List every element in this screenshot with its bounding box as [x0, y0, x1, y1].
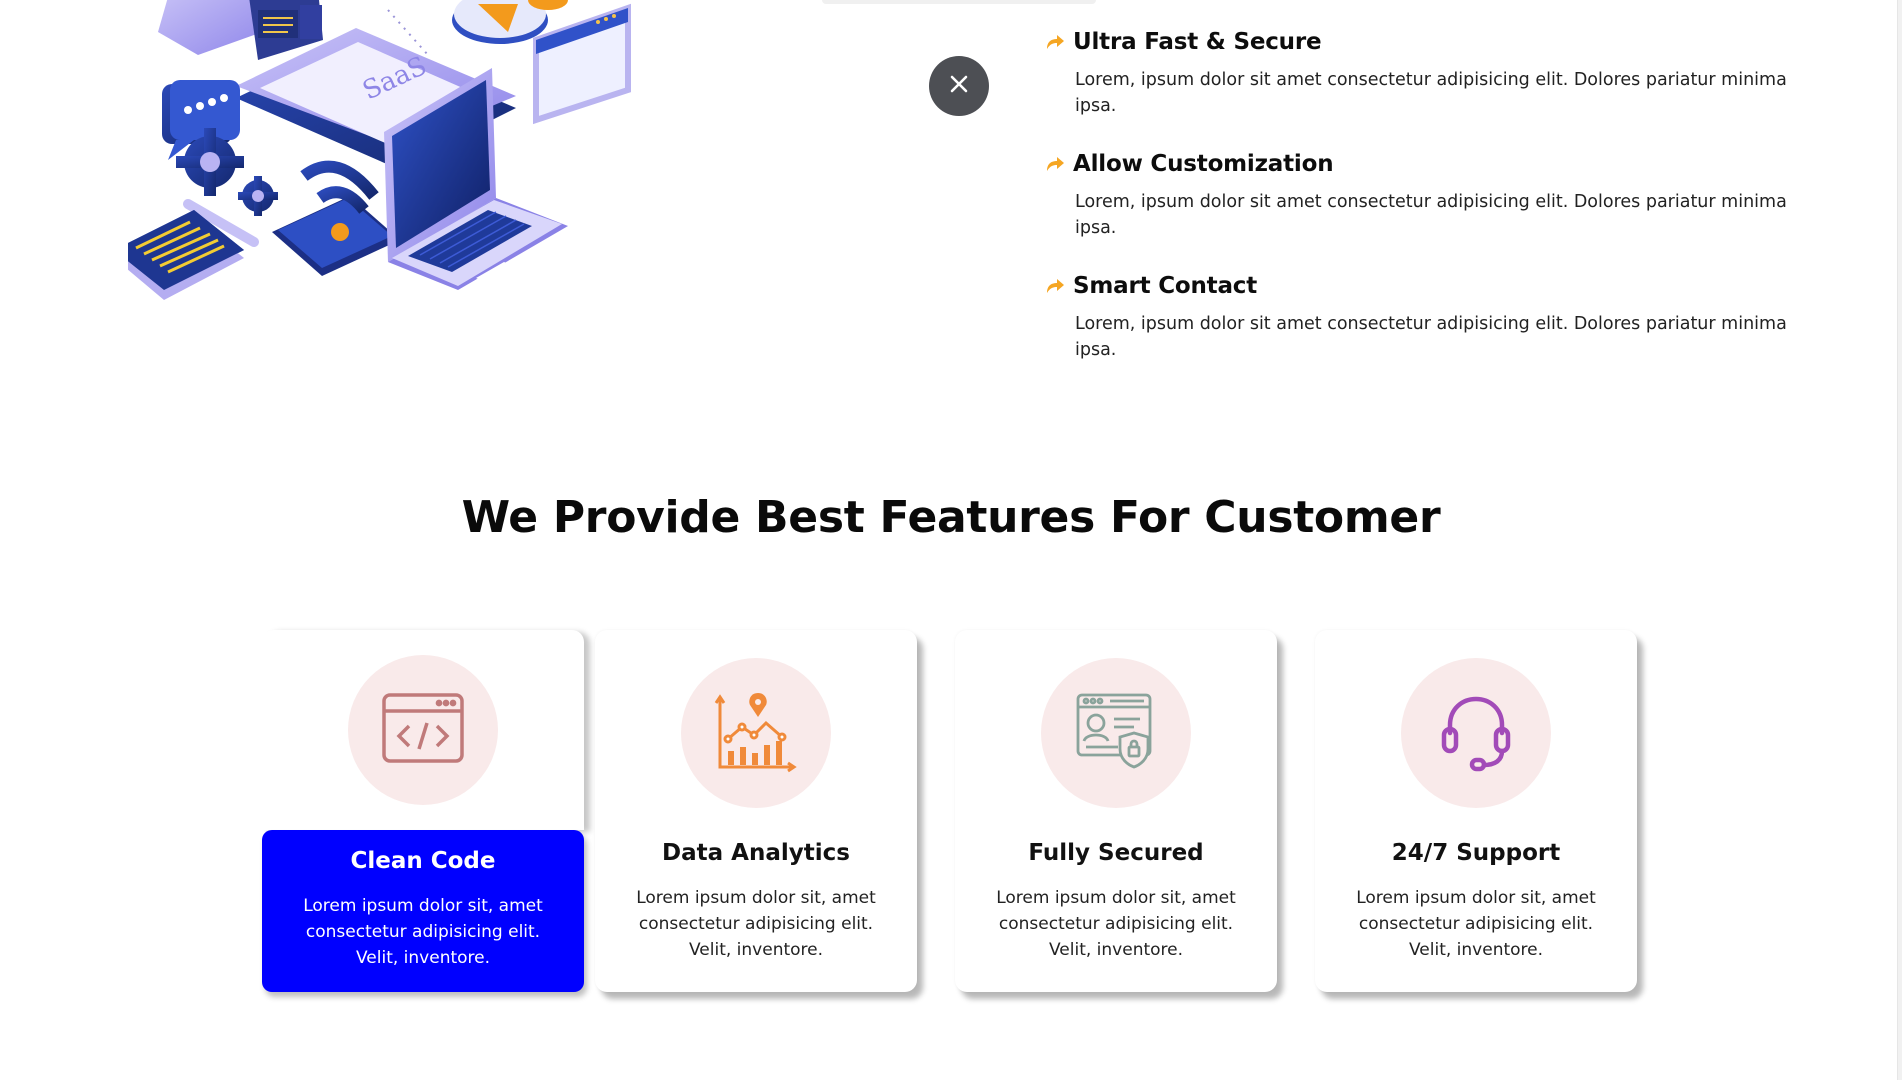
- card-title: Clean Code: [350, 848, 496, 874]
- icon-circle: [348, 655, 498, 805]
- feature-title: Allow Customization: [1073, 151, 1334, 177]
- feature-title: Ultra Fast & Secure: [1073, 29, 1322, 55]
- feature-card-fully-secured[interactable]: Fully Secured Lorem ipsum dolor sit, ame…: [955, 630, 1277, 992]
- card-title: Data Analytics: [662, 840, 850, 866]
- saas-illustration: SaaS: [114, 0, 698, 370]
- icon-circle: [1401, 658, 1551, 808]
- card-description: Lorem ipsum dolor sit, amet consectetur …: [636, 888, 876, 960]
- feature-item: Ultra Fast & Secure Lorem, ipsum dolor s…: [1045, 25, 1805, 119]
- feature-description: Lorem, ipsum dolor sit amet consectetur …: [1075, 192, 1787, 238]
- close-button[interactable]: [929, 56, 989, 116]
- popup-tab: [822, 0, 1096, 4]
- headset-icon: [1434, 689, 1518, 777]
- icon-circle: [1041, 658, 1191, 808]
- feature-description: Lorem, ipsum dolor sit amet consectetur …: [1075, 314, 1787, 360]
- feature-list: Ultra Fast & Secure Lorem, ipsum dolor s…: [1045, 25, 1805, 391]
- close-icon: [949, 74, 969, 98]
- card-description: Lorem ipsum dolor sit, amet consectetur …: [1356, 888, 1596, 960]
- feature-title: Smart Contact: [1073, 273, 1257, 299]
- analytics-chart-icon: [714, 689, 798, 777]
- icon-circle: [681, 658, 831, 808]
- share-arrow-icon: [1045, 154, 1065, 174]
- secure-profile-icon: [1074, 689, 1158, 777]
- card-title: 24/7 Support: [1391, 840, 1561, 866]
- feature-card-support[interactable]: 24/7 Support Lorem ipsum dolor sit, amet…: [1315, 630, 1637, 992]
- share-arrow-icon: [1045, 276, 1065, 296]
- feature-description: Lorem, ipsum dolor sit amet consectetur …: [1075, 70, 1787, 116]
- card-description: Lorem ipsum dolor sit, amet consectetur …: [996, 888, 1236, 960]
- code-window-icon: [381, 692, 465, 768]
- share-arrow-icon: [1045, 32, 1065, 52]
- feature-item: Allow Customization Lorem, ipsum dolor s…: [1045, 147, 1805, 241]
- section-title: We Provide Best Features For Customer: [461, 492, 1441, 543]
- feature-item: Smart Contact Lorem, ipsum dolor sit ame…: [1045, 269, 1805, 363]
- card-description: Lorem ipsum dolor sit, amet consectetur …: [303, 896, 543, 968]
- card-title: Fully Secured: [1028, 840, 1204, 866]
- feature-card-data-analytics[interactable]: Data Analytics Lorem ipsum dolor sit, am…: [595, 630, 917, 992]
